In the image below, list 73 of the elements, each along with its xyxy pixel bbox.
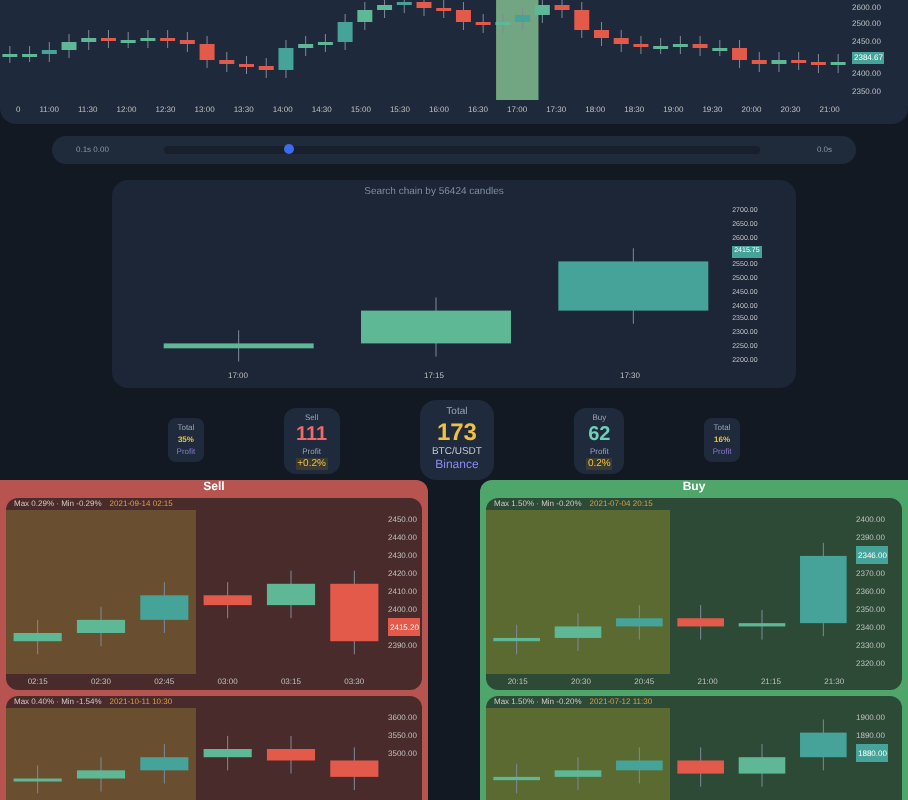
slider-thumb[interactable] (284, 143, 295, 154)
candle (330, 570, 379, 655)
candle (337, 13, 353, 51)
candle (179, 31, 195, 53)
candle (574, 1, 590, 39)
candle (160, 29, 176, 49)
candle (800, 719, 847, 771)
candle (436, 0, 452, 19)
candle (738, 609, 786, 641)
candle (140, 581, 189, 634)
stat-value: 62 (588, 423, 611, 445)
candle (653, 37, 669, 55)
slider-track[interactable] (164, 145, 761, 154)
candle (475, 13, 491, 34)
candle (76, 756, 126, 793)
candle (100, 29, 116, 49)
candle (330, 746, 379, 791)
candle (120, 31, 136, 49)
candle (732, 39, 748, 69)
candle (554, 612, 602, 652)
candle (810, 53, 826, 74)
candle (266, 735, 316, 775)
candle (2, 45, 18, 64)
candle (493, 763, 540, 794)
candle (738, 743, 786, 788)
candle (616, 604, 663, 641)
candle (317, 33, 333, 53)
candle (493, 624, 540, 655)
candle (613, 29, 629, 53)
candle (495, 13, 511, 34)
candle (554, 756, 602, 791)
highlight-band (496, 0, 539, 100)
candle (830, 53, 846, 74)
candle (61, 33, 77, 59)
candle (633, 35, 649, 55)
candle (616, 746, 663, 784)
candle (396, 0, 412, 14)
candle (515, 6, 531, 31)
candle (203, 581, 252, 619)
candle (298, 35, 314, 57)
candle (534, 0, 550, 24)
candle (677, 746, 724, 788)
candle (377, 0, 393, 19)
candle (278, 39, 294, 79)
candle (751, 51, 767, 73)
candle (357, 1, 373, 31)
candle (800, 542, 847, 637)
candle (13, 764, 62, 794)
candle (771, 51, 787, 73)
candle (81, 29, 97, 51)
candle (140, 29, 156, 49)
candle (140, 743, 189, 784)
candle (258, 57, 274, 79)
candle (199, 35, 215, 69)
candle (594, 21, 609, 47)
candle (239, 55, 254, 75)
candle (416, 0, 432, 17)
candle (554, 0, 570, 19)
candle (712, 39, 728, 57)
candle (455, 1, 471, 31)
candle (266, 570, 316, 619)
stat-value: 173 (436, 420, 477, 446)
candle (791, 51, 807, 71)
candle (76, 606, 126, 647)
stat-value: 111 (295, 423, 328, 445)
candle (203, 735, 252, 771)
candle (692, 35, 708, 57)
candle (13, 619, 62, 655)
candle (22, 45, 38, 63)
candle (672, 35, 688, 55)
candle (41, 41, 57, 63)
candle (677, 604, 724, 641)
candle (219, 51, 235, 73)
